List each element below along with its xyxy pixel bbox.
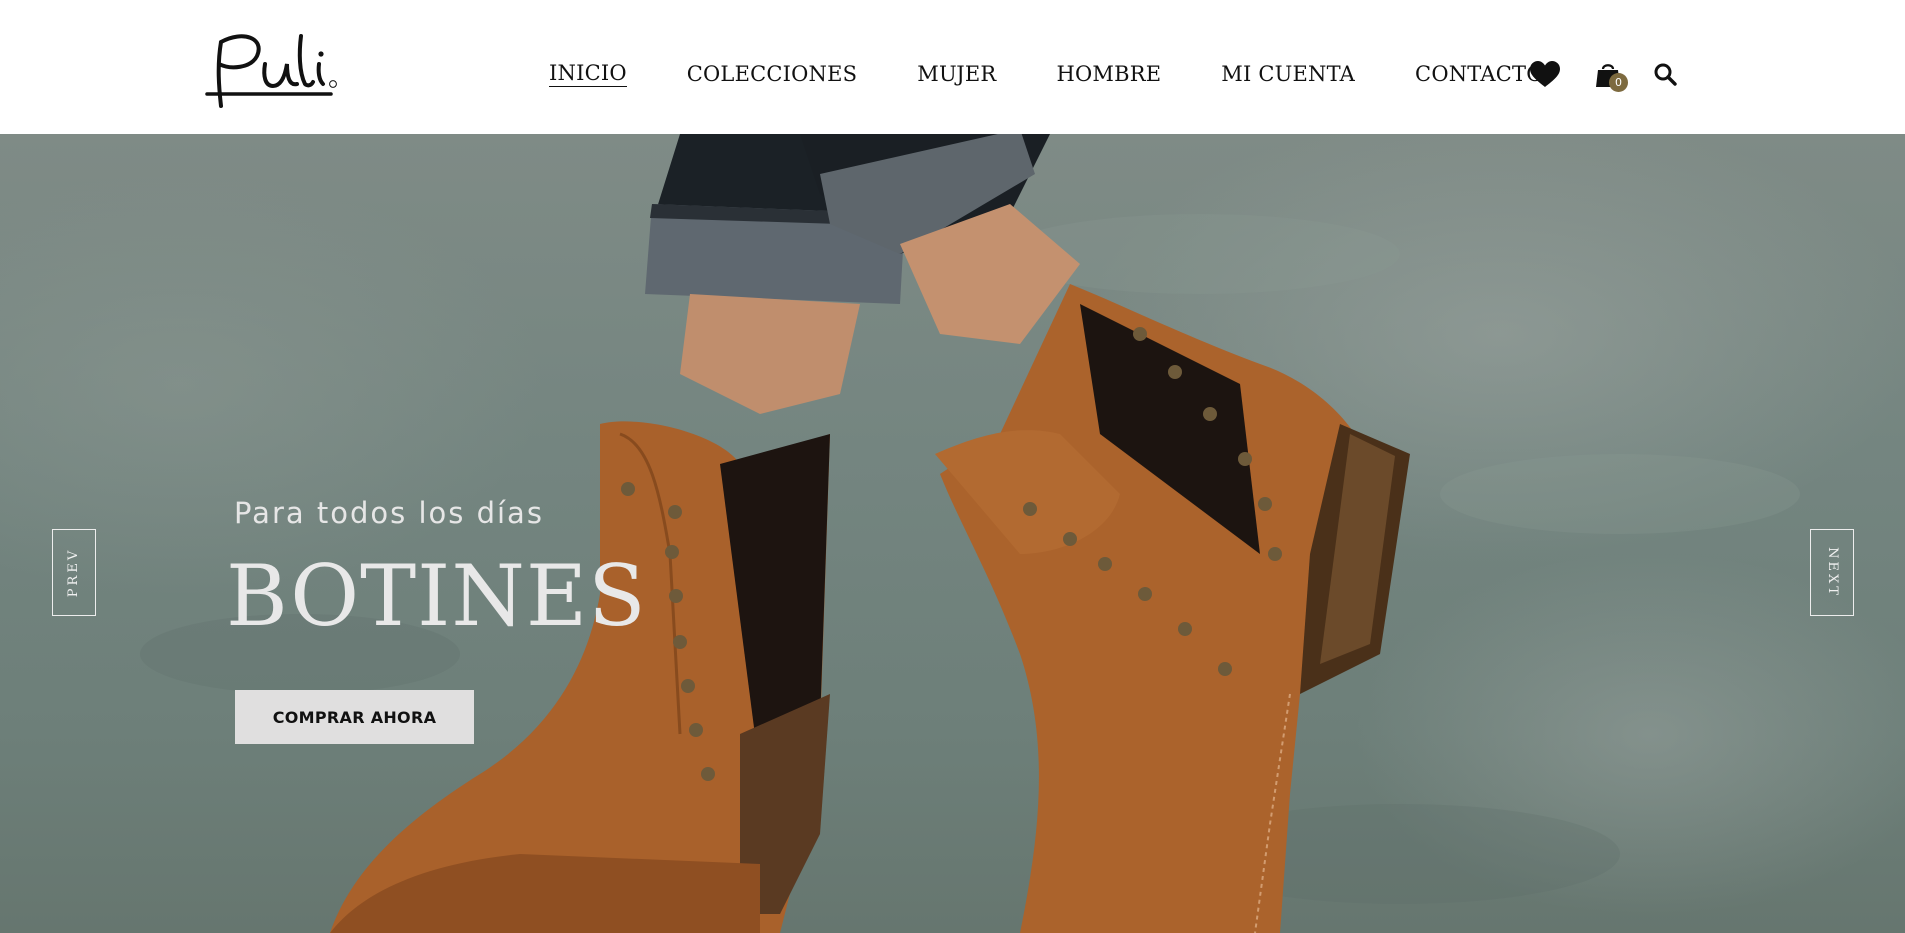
- nav-item-colecciones[interactable]: COLECCIONES: [687, 60, 858, 88]
- search-icon: [1654, 63, 1677, 86]
- hero-title: BOTINES: [226, 547, 647, 645]
- nav-item-contacto[interactable]: CONTACTO: [1415, 60, 1544, 88]
- puli-logo-icon: [205, 34, 337, 108]
- nav-item-mi-cuenta[interactable]: MI CUENTA: [1221, 60, 1355, 88]
- wishlist-button[interactable]: [1528, 58, 1562, 90]
- slider-next-button[interactable]: NEXT: [1810, 529, 1854, 616]
- main-nav: INICIO COLECCIONES MUJER HOMBRE MI CUENT…: [549, 58, 1544, 90]
- hero-slider: PREV NEXT Para todos los días BOTINES CO…: [0, 134, 1905, 933]
- hero-boots-image: [140, 134, 1800, 933]
- cart-count-badge: 0: [1609, 73, 1628, 92]
- heart-icon: [1530, 61, 1560, 87]
- hero-subtitle: Para todos los días: [234, 496, 544, 530]
- buy-now-button[interactable]: COMPRAR AHORA: [235, 690, 474, 744]
- nav-item-mujer[interactable]: MUJER: [917, 60, 996, 88]
- search-button[interactable]: [1652, 60, 1678, 88]
- brand-logo[interactable]: [203, 28, 339, 116]
- nav-item-inicio[interactable]: INICIO: [549, 61, 627, 87]
- header-icons: 0: [1528, 56, 1678, 92]
- site-header: INICIO COLECCIONES MUJER HOMBRE MI CUENT…: [0, 0, 1905, 134]
- nav-item-hombre[interactable]: HOMBRE: [1056, 60, 1161, 88]
- slider-next-label: NEXT: [1824, 547, 1840, 598]
- slider-prev-label: PREV: [66, 547, 82, 598]
- slider-prev-button[interactable]: PREV: [52, 529, 96, 616]
- cart-button[interactable]: 0: [1592, 56, 1628, 92]
